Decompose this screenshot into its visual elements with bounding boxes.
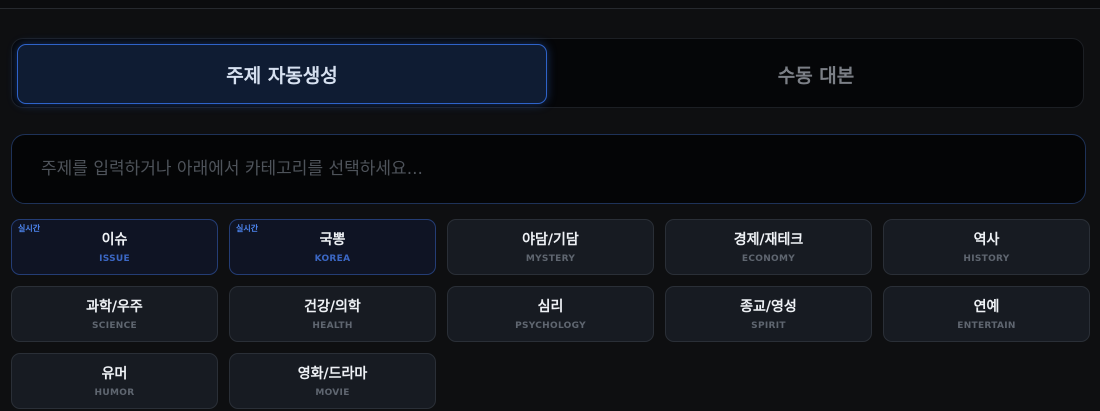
category-label: 종교/영성 <box>740 298 797 315</box>
topic-input[interactable] <box>11 134 1086 204</box>
category-entertain[interactable]: 연예 ENTERTAIN <box>883 286 1090 342</box>
category-label: 영화/드라마 <box>297 365 368 382</box>
category-sublabel: HEALTH <box>312 320 353 331</box>
category-sublabel: SCIENCE <box>92 320 137 331</box>
category-sublabel: ISSUE <box>99 253 130 264</box>
category-sublabel: ENTERTAIN <box>957 320 1016 331</box>
category-korea[interactable]: 실시간 국뽕 KOREA <box>229 219 436 275</box>
category-label: 연예 <box>973 298 1000 315</box>
tab-auto-topic[interactable]: 주제 자동생성 <box>17 44 547 104</box>
category-sublabel: SPIRIT <box>751 320 786 331</box>
category-psychology[interactable]: 심리 PSYCHOLOGY <box>447 286 654 342</box>
category-sublabel: MYSTERY <box>525 253 576 264</box>
category-spirit[interactable]: 종교/영성 SPIRIT <box>665 286 872 342</box>
category-sublabel: ECONOMY <box>741 253 796 264</box>
category-sublabel: KOREA <box>314 253 351 264</box>
top-divider <box>0 0 1100 9</box>
live-badge: 실시간 <box>18 224 41 233</box>
tab-manual-script[interactable]: 수동 대본 <box>552 44 1080 104</box>
category-issue[interactable]: 실시간 이슈 ISSUE <box>11 219 218 275</box>
category-label: 유머 <box>101 365 128 382</box>
category-grid: 실시간 이슈 ISSUE 실시간 국뽕 KOREA 야담/기담 MYSTERY … <box>11 219 1090 409</box>
category-history[interactable]: 역사 HISTORY <box>883 219 1090 275</box>
category-label: 야담/기담 <box>522 231 579 248</box>
category-economy[interactable]: 경제/재테크 ECONOMY <box>665 219 872 275</box>
category-mystery[interactable]: 야담/기담 MYSTERY <box>447 219 654 275</box>
category-sublabel: MOVIE <box>315 387 350 398</box>
category-label: 심리 <box>537 298 564 315</box>
category-label: 건강/의학 <box>304 298 361 315</box>
category-humor[interactable]: 유머 HUMOR <box>11 353 218 409</box>
category-label: 과학/우주 <box>86 298 143 315</box>
category-sublabel: HISTORY <box>963 253 1010 264</box>
category-health[interactable]: 건강/의학 HEALTH <box>229 286 436 342</box>
mode-switch: 주제 자동생성 수동 대본 <box>11 38 1084 108</box>
category-movie[interactable]: 영화/드라마 MOVIE <box>229 353 436 409</box>
live-badge: 실시간 <box>236 224 259 233</box>
category-label: 이슈 <box>101 231 128 248</box>
category-sublabel: PSYCHOLOGY <box>515 320 586 331</box>
category-label: 국뽕 <box>319 231 346 248</box>
category-science[interactable]: 과학/우주 SCIENCE <box>11 286 218 342</box>
category-label: 경제/재테크 <box>733 231 804 248</box>
category-label: 역사 <box>973 231 1000 248</box>
category-sublabel: HUMOR <box>94 387 135 398</box>
